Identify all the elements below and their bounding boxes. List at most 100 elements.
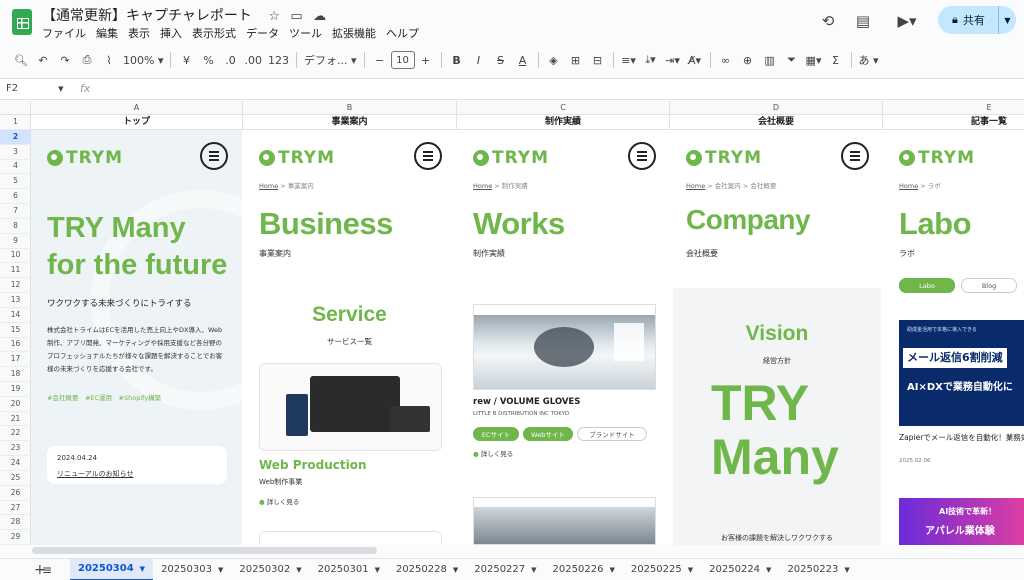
sheet-tab-menu-icon[interactable]: ▼: [609, 566, 614, 574]
cell-d1[interactable]: 会社概要: [670, 115, 883, 130]
row-header[interactable]: 19: [0, 382, 31, 397]
name-box[interactable]: F2 ▼: [6, 83, 64, 94]
vertical-align-icon[interactable]: ⤓▾: [640, 49, 662, 71]
row-header[interactable]: 10: [0, 248, 31, 264]
row-header[interactable]: 29: [0, 530, 31, 546]
row-header[interactable]: 22: [0, 426, 31, 442]
add-sheet-icon[interactable]: +: [0, 559, 46, 580]
column-header-c[interactable]: C: [457, 101, 670, 115]
share-dropdown-icon[interactable]: ▼: [998, 6, 1016, 34]
document-title[interactable]: 【通常更新】キャプチャレポート ☆ ▭ ☁: [42, 5, 326, 25]
cell-c1[interactable]: 制作実績: [457, 115, 670, 130]
functions-icon[interactable]: Σ: [825, 49, 847, 71]
sheets-logo-icon[interactable]: [12, 9, 32, 35]
text-wrap-icon[interactable]: ⇥▾: [662, 49, 684, 71]
sheet-tab-menu-icon[interactable]: ▼: [218, 566, 223, 574]
row-header[interactable]: 18: [0, 367, 31, 382]
menu-insert[interactable]: 挿入: [160, 25, 182, 41]
star-icon[interactable]: ☆: [268, 9, 280, 24]
select-all-corner[interactable]: [0, 101, 31, 115]
column-header-e[interactable]: E: [883, 101, 1024, 115]
menu-data[interactable]: データ: [246, 25, 279, 41]
sheet-tab-active[interactable]: 20250304 ▼: [70, 558, 154, 580]
row-header[interactable]: 6: [0, 189, 31, 205]
row-header[interactable]: 14: [0, 308, 31, 323]
menu-tools[interactable]: ツール: [289, 25, 322, 41]
print-icon[interactable]: ⎙: [76, 49, 98, 71]
increase-decimal-button[interactable]: .00: [241, 49, 265, 71]
number-format-button[interactable]: 123: [265, 49, 292, 71]
input-tools-button[interactable]: あ ▾: [856, 49, 882, 71]
comments-icon[interactable]: ▤: [850, 8, 876, 34]
text-rotation-icon[interactable]: A̸▾: [684, 49, 706, 71]
row-header[interactable]: 11: [0, 263, 31, 279]
row-header[interactable]: 4: [0, 159, 31, 175]
sheet-tab-menu-icon[interactable]: ▼: [766, 566, 771, 574]
row-header[interactable]: 23: [0, 441, 31, 457]
column-header-b[interactable]: B: [243, 101, 457, 115]
column-header-a[interactable]: A: [31, 101, 243, 115]
cell-b1[interactable]: 事業案内: [243, 115, 457, 130]
horizontal-scrollbar[interactable]: [32, 547, 377, 554]
insert-comment-icon[interactable]: ⊕: [737, 49, 759, 71]
cell-e1[interactable]: 記事一覧: [883, 115, 1024, 130]
sheet-tab-menu-icon[interactable]: ▼: [140, 565, 145, 573]
decrease-decimal-button[interactable]: .0: [219, 49, 241, 71]
menu-format[interactable]: 表示形式: [192, 25, 236, 41]
row-header[interactable]: 12: [0, 278, 31, 294]
insert-chart-icon[interactable]: ▥: [759, 49, 781, 71]
row-header[interactable]: 15: [0, 323, 31, 338]
percent-format-button[interactable]: %: [197, 49, 219, 71]
name-box-dropdown-icon[interactable]: ▼: [58, 85, 63, 93]
sheet-tab-menu-icon[interactable]: ▼: [453, 566, 458, 574]
row-header[interactable]: 13: [0, 293, 31, 308]
sheet-tab-menu-icon[interactable]: ▼: [296, 566, 301, 574]
row-header[interactable]: 27: [0, 501, 31, 516]
row-header[interactable]: 7: [0, 204, 31, 219]
undo-icon[interactable]: ↶: [32, 49, 54, 71]
borders-icon[interactable]: ⊞: [565, 49, 587, 71]
sheet-tab[interactable]: 20250301 ▼: [310, 559, 388, 580]
capture-labo-page[interactable]: TRYM Home > ラボ Labo ラボ Labo Blog 助成金活用で本…: [883, 130, 1024, 545]
row-header[interactable]: 20: [0, 397, 31, 412]
search-menus-icon[interactable]: 🔍︎: [10, 49, 32, 71]
sheet-tab-menu-icon[interactable]: ▼: [375, 566, 380, 574]
sheet-tab[interactable]: 20250225 ▼: [623, 559, 701, 580]
meet-icon[interactable]: ▶▾: [890, 8, 924, 34]
capture-works-page[interactable]: TRYM Home > 制作実績 Works 制作実績 rew / VOLUME…: [457, 130, 670, 545]
row-header[interactable]: 17: [0, 352, 31, 368]
currency-format-button[interactable]: ¥: [175, 49, 197, 71]
row-header[interactable]: 8: [0, 219, 31, 234]
capture-company-page[interactable]: TRYM Home > 会社案内 > 会社概要 Company 会社概要 Vis…: [670, 130, 883, 545]
row-header[interactable]: 16: [0, 337, 31, 353]
fill-color-icon[interactable]: ◈: [543, 49, 565, 71]
sheet-tab-menu-icon[interactable]: ▼: [844, 566, 849, 574]
column-header-d[interactable]: D: [670, 101, 883, 115]
sheet-tab[interactable]: 20250227 ▼: [466, 559, 544, 580]
row-header[interactable]: 5: [0, 174, 31, 190]
formula-input[interactable]: [100, 81, 1010, 97]
menu-extensions[interactable]: 拡張機能: [332, 25, 376, 41]
document-title-text[interactable]: 【通常更新】キャプチャレポート: [42, 8, 252, 24]
capture-top-page[interactable]: TRYM TRY Many for the future ワクワクする未来づくり…: [31, 130, 242, 545]
sheet-tab[interactable]: 20250302 ▼: [231, 559, 309, 580]
italic-button[interactable]: I: [468, 49, 490, 71]
font-size-input[interactable]: 10: [390, 51, 415, 69]
share-button[interactable]: 🔒︎ 共有 ▼: [938, 6, 1016, 34]
all-sheets-icon[interactable]: ≡: [34, 559, 70, 580]
menu-edit[interactable]: 編集: [96, 25, 118, 41]
filter-views-icon[interactable]: ▦▾: [803, 49, 825, 71]
sheet-tab[interactable]: 20250224 ▼: [701, 559, 779, 580]
menu-view[interactable]: 表示: [128, 25, 150, 41]
sheet-grid[interactable]: トップ 事業案内 制作実績 会社概要 記事一覧 TRYM TRY Many fo…: [31, 115, 1024, 545]
sheet-tab-menu-icon[interactable]: ▼: [531, 566, 536, 574]
decrease-font-size-button[interactable]: −: [369, 49, 391, 71]
text-color-button[interactable]: A: [512, 49, 534, 71]
redo-icon[interactable]: ↷: [54, 49, 76, 71]
row-header[interactable]: 9: [0, 234, 31, 249]
row-header[interactable]: 25: [0, 471, 31, 486]
bold-button[interactable]: B: [446, 49, 468, 71]
font-select[interactable]: デフォ... ▾: [301, 49, 360, 71]
row-header[interactable]: 26: [0, 486, 31, 501]
row-header[interactable]: 1: [0, 115, 31, 130]
